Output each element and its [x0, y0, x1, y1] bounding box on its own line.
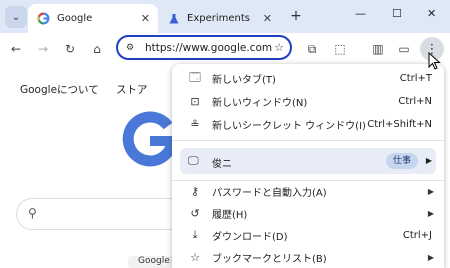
chrome-menu: 🗔 新しいタブ(T) Ctrl+T ⊡ 新しいウィンドウ(N) Ctrl+N ≗… — [172, 64, 444, 268]
chevron-down-icon: ⌄ — [11, 11, 21, 23]
minimize-icon[interactable]: — — [355, 7, 366, 20]
menu-item-label: 履歴(H) — [212, 209, 248, 221]
cast-icon[interactable]: ▭ — [396, 41, 412, 57]
tab-title: Experiments — [187, 13, 250, 24]
menu-item-label: パスワードと自動入力(A) — [212, 187, 327, 199]
back-icon[interactable]: ← — [8, 41, 24, 57]
mouse-cursor-icon — [428, 52, 441, 70]
chevron-right-icon: ▶ — [427, 186, 434, 196]
menu-item-label: 新しいタブ(T) — [212, 74, 276, 86]
menu-item-bookmarks[interactable]: ☆ ブックマークとリスト(B) ▶ — [172, 246, 444, 268]
window-close-icon[interactable]: ✕ — [427, 7, 436, 20]
google-logo — [122, 111, 178, 167]
chevron-right-icon: ▶ — [427, 252, 434, 262]
about-link[interactable]: Googleについて — [20, 84, 99, 96]
new-tab-icon: 🗔 — [189, 70, 201, 84]
menu-item-label: 新しいシークレット ウィンドウ(I) — [212, 120, 366, 132]
top-links: Googleについて ストア — [20, 82, 162, 97]
extensions-icon[interactable]: ⬚ — [332, 41, 348, 57]
bookmark-star-icon[interactable]: ☆ — [274, 41, 284, 54]
profile-name: 俊ニ — [212, 159, 232, 170]
shortcut: Ctrl+N — [398, 95, 432, 107]
tab-title: Google — [57, 13, 93, 24]
menu-item-new-window[interactable]: ⊡ 新しいウィンドウ(N) Ctrl+N — [172, 90, 444, 112]
incognito-icon: ≗ — [190, 117, 200, 131]
download-icon: ⤓ — [192, 228, 198, 241]
shortcut: Ctrl+Shift+N — [367, 118, 432, 130]
tab-groups-icon[interactable]: ⧉ — [304, 41, 320, 57]
divider — [172, 140, 444, 141]
search-input[interactable]: ⚲ — [16, 198, 186, 230]
shortcut: Ctrl+J — [402, 229, 432, 241]
store-link[interactable]: ストア — [116, 84, 148, 96]
menu-item-history[interactable]: ↺ 履歴(H) ▶ — [172, 202, 444, 224]
profile-icon: 🖵 — [188, 154, 199, 167]
chevron-right-icon: ▶ — [425, 156, 432, 165]
forward-icon[interactable]: → — [35, 41, 51, 57]
url-text: https://www.google.com — [145, 41, 273, 54]
flask-icon — [167, 12, 180, 25]
close-icon[interactable]: ✕ — [141, 12, 150, 25]
tab-search-button[interactable]: ⌄ — [5, 6, 27, 28]
profile-badge: 仕事 — [386, 153, 419, 169]
menu-item-label: 新しいウィンドウ(N) — [212, 97, 308, 109]
address-bar[interactable]: ⚙ https://www.google.com ☆ — [116, 35, 292, 60]
new-window-icon: ⊡ — [190, 94, 200, 108]
reload-icon[interactable]: ↻ — [62, 41, 78, 57]
menu-item-new-tab[interactable]: 🗔 新しいタブ(T) Ctrl+T — [172, 67, 444, 89]
toolbar: ← → ↻ ⌂ ⚙ https://www.google.com ☆ ⧉ ⬚ ▥… — [0, 33, 450, 64]
history-icon: ↺ — [190, 206, 200, 220]
menu-item-downloads[interactable]: ⤓ ダウンロード(D) Ctrl+J — [172, 224, 444, 246]
menu-item-incognito[interactable]: ≗ 新しいシークレット ウィンドウ(I) Ctrl+Shift+N — [172, 113, 444, 135]
side-panel-icon[interactable]: ▥ — [370, 41, 386, 57]
google-icon — [37, 12, 50, 25]
maximize-icon[interactable]: ☐ — [392, 7, 402, 20]
site-info-icon[interactable]: ⚙ — [126, 43, 138, 53]
title-bar: ⌄ Google ✕ Experiments ✕ + — ☐ ✕ — [0, 0, 450, 33]
menu-item-label: ブックマークとリスト(B) — [212, 253, 327, 265]
tab-experiments[interactable]: Experiments ✕ — [158, 4, 280, 33]
menu-item-label: ダウンロード(D) — [212, 231, 288, 243]
bookmark-star-icon: ☆ — [190, 250, 200, 264]
new-tab-button[interactable]: + — [287, 8, 305, 26]
key-icon: ⚷ — [190, 184, 200, 198]
chevron-right-icon: ▶ — [427, 208, 434, 218]
search-icon: ⚲ — [28, 206, 37, 220]
menu-item-passwords[interactable]: ⚷ パスワードと自動入力(A) ▶ — [172, 180, 444, 202]
home-icon[interactable]: ⌂ — [89, 41, 105, 57]
tab-google[interactable]: Google ✕ — [28, 4, 158, 33]
shortcut: Ctrl+T — [399, 72, 432, 84]
close-icon[interactable]: ✕ — [263, 12, 272, 25]
menu-item-profile[interactable]: 🖵 俊ニ 仕事 ▶ — [180, 148, 436, 174]
